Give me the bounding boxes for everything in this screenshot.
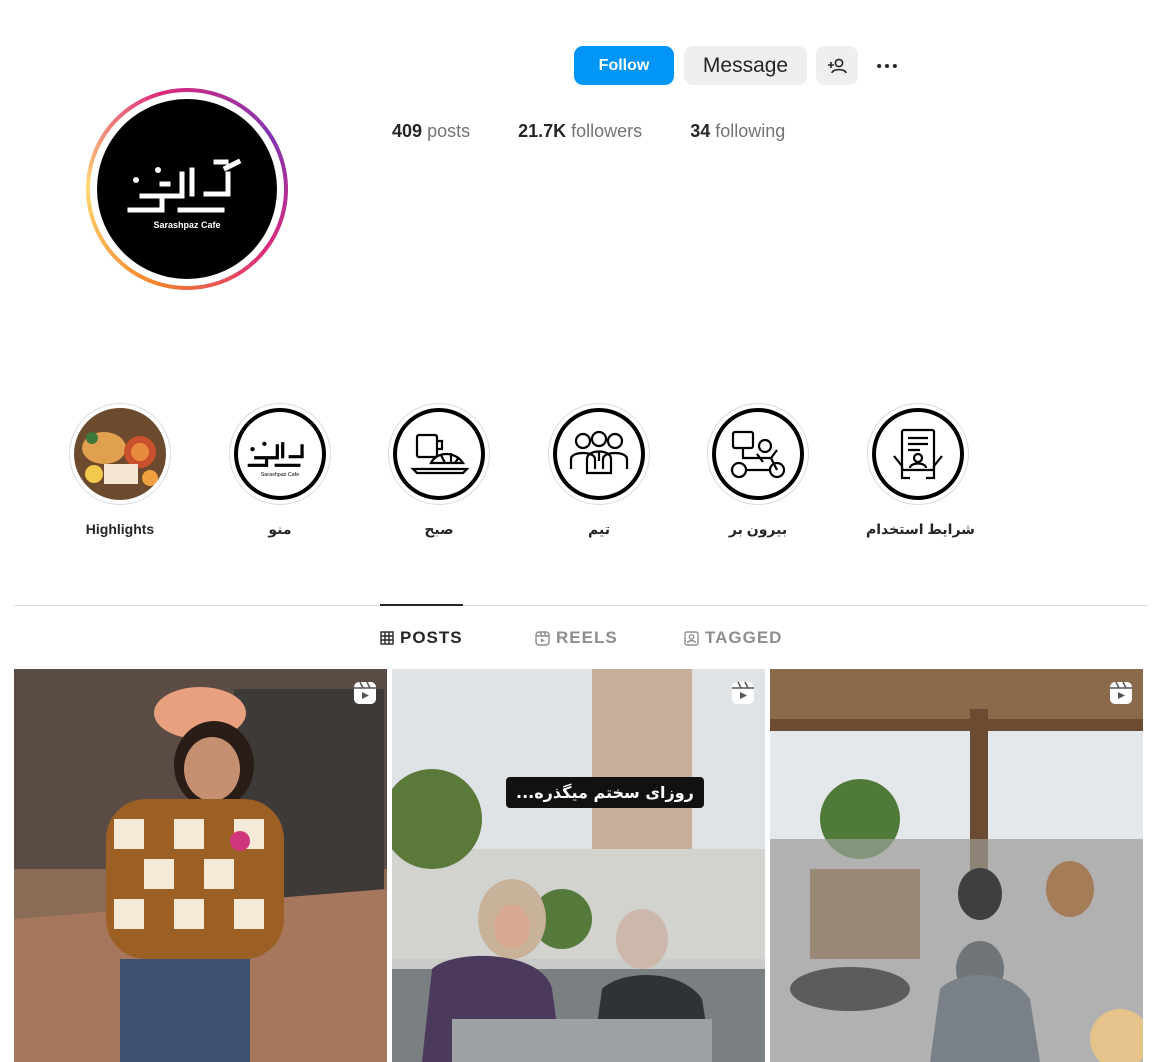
highlight-breakfast xyxy=(393,408,485,500)
highlight-hiring xyxy=(872,408,964,500)
tab-reels[interactable]: REELS xyxy=(535,628,618,648)
more-options-button[interactable] xyxy=(870,52,904,80)
logo-text: Sarashpaz Cafe xyxy=(261,472,300,478)
reel-badge-icon xyxy=(1109,681,1133,710)
highlight-ring xyxy=(388,403,490,505)
reel-badge-icon xyxy=(731,681,755,710)
avatar-gap: Sarashpaz Cafe xyxy=(90,92,284,286)
highlight-item-takeaway[interactable]: بیرون بر xyxy=(706,403,810,538)
posts-stat: 409 posts xyxy=(392,121,470,142)
highlight-item-team[interactable]: تیم xyxy=(547,403,651,538)
person-plus-icon xyxy=(828,58,847,73)
post-image-cafe-interior xyxy=(770,669,1143,1062)
highlight-item-morning[interactable]: صبح xyxy=(387,403,491,538)
avatar-logo: Sarashpaz Cafe xyxy=(97,99,277,279)
team-icon xyxy=(569,430,629,475)
highlight-food-photo xyxy=(74,408,166,500)
reels-icon xyxy=(535,630,550,646)
posts-label: posts xyxy=(427,121,471,141)
following-count: 34 xyxy=(690,121,711,141)
tabs-divider xyxy=(14,605,1148,606)
highlight-label: صبح xyxy=(424,521,454,537)
tab-label: REELS xyxy=(556,628,618,647)
highlight-label: شرایط استخدام xyxy=(866,521,975,537)
following-stat[interactable]: 34 following xyxy=(690,121,785,142)
post-tile[interactable] xyxy=(770,669,1143,1062)
post-tile[interactable] xyxy=(14,669,387,1062)
highlight-label: تیم xyxy=(588,521,610,537)
tab-posts[interactable]: POSTS xyxy=(380,628,463,648)
tab-label: POSTS xyxy=(400,628,463,647)
tab-label: TAGGED xyxy=(705,628,783,647)
highlight-item-highlights[interactable]: Highlights xyxy=(68,403,172,537)
following-label: following xyxy=(715,121,786,141)
delivery-scooter-icon xyxy=(730,430,786,479)
highlight-item-hiring[interactable]: شرایط استخدام xyxy=(866,403,975,538)
followers-stat[interactable]: 21.7K followers xyxy=(518,121,642,142)
post-caption-overlay: روزای سختم میگذره... xyxy=(506,777,704,808)
followers-count: 21.7K xyxy=(518,121,567,141)
highlight-ring xyxy=(867,403,969,505)
food-photo-image xyxy=(74,408,166,500)
post-image-child xyxy=(14,669,387,1062)
hiring-document-icon xyxy=(893,428,943,480)
highlight-ring: Sarashpaz Cafe xyxy=(229,403,331,505)
follow-button[interactable]: Follow xyxy=(574,46,674,85)
ellipsis-icon xyxy=(877,63,897,69)
post-image-couple xyxy=(392,669,765,1062)
logo-icon: Sarashpaz Cafe xyxy=(247,441,304,478)
tagged-icon xyxy=(684,630,699,646)
post-tile[interactable]: روزای سختم میگذره... xyxy=(392,669,765,1062)
highlight-team xyxy=(553,408,645,500)
breakfast-icon xyxy=(410,433,469,475)
profile-avatar[interactable]: Sarashpaz Cafe xyxy=(86,88,288,290)
grid-icon xyxy=(380,631,394,645)
highlight-label: بیرون بر xyxy=(728,521,788,537)
posts-count: 409 xyxy=(392,121,423,141)
highlight-logo: Sarashpaz Cafe xyxy=(234,408,326,500)
highlight-ring xyxy=(69,403,171,505)
message-button[interactable]: Message xyxy=(684,46,807,85)
active-tab-indicator xyxy=(380,604,463,606)
highlight-ring xyxy=(548,403,650,505)
profile-stats: 409 posts 21.7K followers 34 following xyxy=(392,121,833,142)
highlight-label: Highlights xyxy=(85,521,155,537)
highlight-item-menu[interactable]: Sarashpaz Cafe منو xyxy=(228,403,332,538)
highlight-delivery xyxy=(712,408,804,500)
highlight-ring xyxy=(707,403,809,505)
highlight-label: منو xyxy=(268,521,292,537)
tab-tagged[interactable]: TAGGED xyxy=(684,628,782,648)
sarashpaz-logo-icon: Sarashpaz Cafe xyxy=(127,158,242,230)
followers-label: followers xyxy=(571,121,643,141)
add-user-button[interactable] xyxy=(816,46,858,85)
reel-badge-icon xyxy=(353,681,377,710)
logo-text: Sarashpaz Cafe xyxy=(153,220,220,230)
